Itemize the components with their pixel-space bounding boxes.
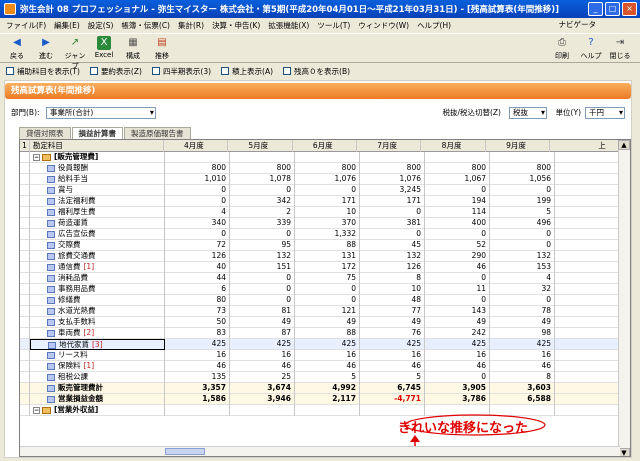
scroll-up-icon[interactable]: ▲: [618, 140, 630, 150]
report-panel: 残高試算表(年間推移) 部門(B): 事業所(合計) 税抜/税込切替(Z) 税抜…: [4, 80, 632, 458]
checkbox[interactable]: [283, 67, 292, 75]
option-cumulative[interactable]: 積上表示(A): [221, 66, 273, 77]
menu-books[interactable]: 帳簿・伝票(C): [117, 20, 174, 31]
tab-manufacturing-cost[interactable]: 製造原価報告書: [124, 127, 191, 139]
tax-label: 税抜/税込切替(Z): [442, 108, 501, 117]
annotation-layer: [404, 414, 546, 456]
vertical-scrollbar[interactable]: ▲ ▼: [618, 140, 630, 456]
transition-button[interactable]: ▤ 推移: [149, 36, 175, 61]
printer-icon: ⎙: [558, 37, 566, 48]
help-button[interactable]: ? ヘルプ: [578, 36, 604, 61]
report-header: 残高試算表(年間推移): [5, 83, 631, 99]
option-summary[interactable]: 要約表示(Z): [89, 66, 142, 77]
checkbox[interactable]: [6, 67, 14, 75]
tab-income-statement[interactable]: 損益計算書: [71, 127, 123, 139]
window-title: 弥生会計 08 プロフェッショナル - 弥生マイスター 株式会社・第5期(平成2…: [20, 5, 560, 15]
jump-icon: ↗: [70, 37, 80, 48]
excel-icon: X: [97, 36, 111, 50]
tax-select[interactable]: 税抜: [509, 107, 547, 119]
scroll-thumb[interactable]: [165, 448, 205, 455]
back-arrow-icon: ◀: [13, 37, 21, 48]
arrow-head: [410, 435, 420, 442]
maximize-button[interactable]: □: [605, 2, 620, 16]
menu-edit[interactable]: 編集(E): [50, 20, 84, 31]
annotation-text: きれいな推移になった: [398, 421, 529, 436]
unit-select[interactable]: 千円: [585, 107, 625, 119]
config-icon: ▦: [128, 37, 138, 48]
config-button[interactable]: ▦ 構成: [120, 36, 146, 61]
checkbox[interactable]: [221, 67, 230, 75]
checkbox[interactable]: [89, 67, 98, 75]
close-door-icon: ⇥: [615, 37, 625, 48]
option-bar: 補助科目を表示(T) 要約表示(Z) 四半期表示(3) 積上表示(A) 残高０を…: [0, 64, 640, 78]
dept-label: 部門(B):: [11, 108, 40, 117]
menu-bar: ファイル(F) 編集(E) 設定(S) 帳簿・伝票(C) 集計(R) 決算・申告…: [0, 18, 640, 32]
menu-aggregate[interactable]: 集計(R): [174, 20, 208, 31]
transition-icon: ▤: [157, 37, 167, 48]
dept-select[interactable]: 事業所(合計): [45, 107, 156, 119]
toolbar: ◀ 戻る ▶ 進む ↗ ジャンプ X Excel ▦ 構成 ▤ 推移 ⎙ 印刷 ? ヘルプ ⇥ 閉…: [0, 33, 640, 70]
menu-settings[interactable]: 設定(S): [84, 20, 118, 31]
option-quarterly[interactable]: 四半期表示(3): [151, 66, 211, 77]
menu-file[interactable]: ファイル(F): [2, 20, 50, 31]
tab-strip: 貸借対照表 損益計算書 製造原価報告書: [19, 127, 192, 139]
back-button[interactable]: ◀ 戻る: [4, 36, 30, 61]
minimize-button[interactable]: _: [588, 2, 603, 16]
app-icon: [4, 3, 16, 15]
menu-window[interactable]: ウィンドウ(W): [354, 20, 413, 31]
unit-label: 単位(Y): [555, 108, 581, 117]
title-bar: 弥生会計 08 プロフェッショナル - 弥生マイスター 株式会社・第5期(平成2…: [0, 0, 640, 18]
menu-help[interactable]: ヘルプ(H): [413, 20, 455, 31]
trial-balance-grid[interactable]: 1 勘定科目 4月度 5月度 6月度 7月度 8月度 9月度 上 − [販売管理費…: [19, 139, 631, 457]
print-button[interactable]: ⎙ 印刷: [549, 36, 575, 61]
horizontal-scrollbar[interactable]: [20, 446, 620, 456]
filters: 部門(B): 事業所(合計) 税抜/税込切替(Z) 税抜 単位(Y) 千円: [11, 107, 629, 121]
excel-button[interactable]: X Excel: [91, 36, 117, 59]
forward-arrow-icon: ▶: [42, 37, 50, 48]
help-icon: ?: [588, 37, 594, 48]
navigator-button[interactable]: ナビゲータ: [555, 19, 601, 30]
close-view-button[interactable]: ⇥ 閉じる: [607, 36, 633, 61]
checkbox[interactable]: [151, 67, 160, 75]
option-show-sub-accounts[interactable]: 補助科目を表示(T): [6, 66, 80, 77]
menu-tools[interactable]: ツール(T): [313, 20, 354, 31]
tab-balance-sheet[interactable]: 貸借対照表: [19, 127, 71, 139]
option-show-zero[interactable]: 残高０を表示(B): [283, 66, 350, 77]
forward-button[interactable]: ▶ 進む: [33, 36, 59, 61]
menu-closing[interactable]: 決算・申告(K): [208, 20, 264, 31]
close-button[interactable]: ×: [622, 2, 637, 16]
menu-extensions[interactable]: 拡張機能(X): [264, 20, 313, 31]
